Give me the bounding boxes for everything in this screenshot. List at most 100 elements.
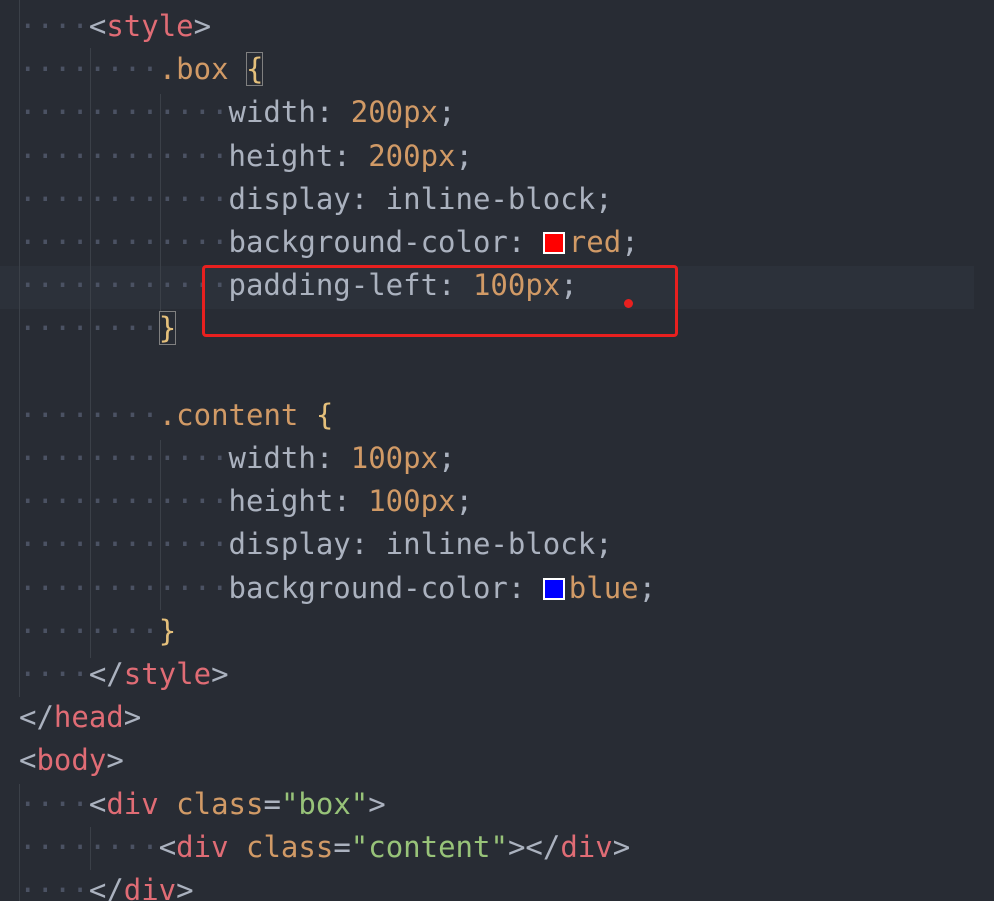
token-tag: div bbox=[560, 829, 613, 864]
token-brace: } bbox=[158, 311, 177, 346]
code-line[interactable]: ············display: inline-block; bbox=[19, 523, 613, 566]
token-cval: red bbox=[568, 225, 622, 259]
token-num: 100px bbox=[350, 441, 439, 475]
token-punc: > bbox=[612, 829, 631, 864]
code-line[interactable]: ····</style> bbox=[19, 653, 229, 696]
token-punc: : bbox=[315, 441, 351, 475]
token-punc: > bbox=[123, 700, 142, 735]
annotation-dot bbox=[624, 299, 633, 308]
token-punc: ></ bbox=[507, 829, 561, 864]
token-punc: ; bbox=[455, 484, 473, 519]
token-punc: < bbox=[158, 829, 177, 864]
code-line[interactable]: ········} bbox=[19, 610, 176, 653]
code-line[interactable]: ············background-color: blue; bbox=[19, 567, 656, 610]
token-punc: ; bbox=[595, 181, 613, 216]
whitespace-dots: ···· bbox=[19, 786, 89, 821]
whitespace-dots: ············ bbox=[19, 268, 229, 303]
code-line[interactable]: <body> bbox=[19, 739, 124, 782]
color-swatch-icon[interactable] bbox=[542, 577, 565, 600]
whitespace-dots: ········ bbox=[19, 52, 159, 87]
token-tag: style bbox=[123, 657, 212, 691]
code-line[interactable]: ········<div class="content"></div> bbox=[19, 826, 630, 869]
token-punc: : bbox=[315, 95, 351, 130]
whitespace-dots: ············ bbox=[19, 225, 229, 259]
token-sel: .content bbox=[158, 397, 299, 432]
whitespace-dots: ············ bbox=[19, 484, 229, 519]
code-line[interactable]: ············background-color: red; bbox=[19, 221, 639, 264]
code-line[interactable]: ········.box { bbox=[19, 48, 264, 91]
code-line[interactable]: ····<div class="box"> bbox=[19, 783, 386, 826]
token-punc: : bbox=[507, 570, 543, 605]
code-line[interactable]: ············width: 100px; bbox=[19, 437, 456, 480]
token-attr: class bbox=[246, 829, 334, 864]
token-brace: { bbox=[315, 397, 334, 432]
code-line[interactable]: ····<style> bbox=[19, 5, 211, 48]
token-punc: </ bbox=[19, 700, 54, 735]
token-num: 100px bbox=[368, 484, 456, 519]
whitespace-dots: ············ bbox=[19, 441, 229, 475]
code-line[interactable]: ············height: 100px; bbox=[19, 480, 473, 523]
token-punc: </ bbox=[88, 873, 124, 901]
token-prop: width bbox=[228, 441, 316, 475]
token-punc: > bbox=[368, 786, 386, 821]
token-punc bbox=[159, 787, 176, 821]
code-line[interactable]: ········} bbox=[19, 307, 177, 350]
whitespace-dots: ········ bbox=[19, 397, 159, 432]
whitespace-dots: ············ bbox=[19, 570, 229, 605]
token-punc: < bbox=[19, 743, 37, 778]
token-attr: class bbox=[176, 786, 264, 821]
whitespace-dots: ············ bbox=[19, 181, 229, 216]
whitespace-dots: ···· bbox=[19, 657, 89, 691]
token-punc: : bbox=[350, 527, 386, 562]
token-punc: = bbox=[263, 786, 281, 821]
token-num: 200px bbox=[368, 138, 456, 173]
token-tag: div bbox=[123, 873, 177, 901]
token-punc: > bbox=[106, 743, 124, 778]
whitespace-dots: ········ bbox=[19, 829, 159, 864]
token-punc: ; bbox=[455, 138, 473, 173]
token-punc bbox=[229, 830, 246, 864]
code-line[interactable]: ············display: inline-block; bbox=[19, 178, 613, 221]
token-str: "box" bbox=[280, 786, 369, 821]
token-prop: background-color bbox=[228, 570, 508, 605]
token-punc: < bbox=[88, 9, 107, 43]
token-punc bbox=[298, 398, 315, 432]
token-punc: : bbox=[507, 225, 543, 259]
token-punc bbox=[229, 52, 246, 86]
token-punc: ; bbox=[638, 570, 657, 605]
whitespace-dots: ········ bbox=[19, 311, 159, 346]
color-swatch-icon[interactable] bbox=[542, 232, 565, 254]
token-punc: = bbox=[333, 829, 351, 864]
token-prop: width bbox=[228, 95, 316, 130]
code-editor[interactable]: ····<style> ········.box {············wid… bbox=[0, 0, 994, 901]
whitespace-dots: ········ bbox=[19, 613, 159, 648]
whitespace-dots: ············ bbox=[19, 95, 229, 130]
token-punc: > bbox=[193, 9, 212, 43]
token-tag: head bbox=[53, 700, 124, 735]
token-str: "content" bbox=[350, 829, 508, 864]
whitespace-dots: ···· bbox=[19, 873, 89, 901]
code-line[interactable]: ········.content { bbox=[19, 394, 333, 437]
token-punc: > bbox=[211, 657, 229, 691]
code-line[interactable]: ············width: 200px; bbox=[19, 91, 456, 134]
token-punc: ; bbox=[621, 225, 639, 259]
code-line[interactable]: ····</div> bbox=[19, 869, 194, 901]
token-prop: background-color bbox=[228, 225, 508, 259]
whitespace-dots: ············ bbox=[19, 527, 229, 562]
token-brace: { bbox=[246, 52, 264, 87]
token-tag: div bbox=[176, 829, 229, 864]
code-line[interactable]: </head> bbox=[19, 696, 141, 739]
token-punc: < bbox=[88, 786, 107, 821]
token-punc: : bbox=[350, 181, 386, 216]
whitespace-dots: ············ bbox=[19, 138, 229, 173]
code-line[interactable]: ············height: 200px; bbox=[19, 135, 473, 178]
token-num: 200px bbox=[350, 95, 439, 130]
token-punc: : bbox=[333, 484, 369, 519]
token-punc: ; bbox=[438, 441, 456, 475]
token-prop: display bbox=[228, 181, 351, 216]
token-punc: </ bbox=[88, 657, 124, 691]
whitespace-dots: ···· bbox=[19, 9, 89, 43]
token-punc: : bbox=[333, 138, 369, 173]
annotation-rectangle bbox=[202, 265, 678, 337]
token-tag: style bbox=[106, 9, 194, 43]
